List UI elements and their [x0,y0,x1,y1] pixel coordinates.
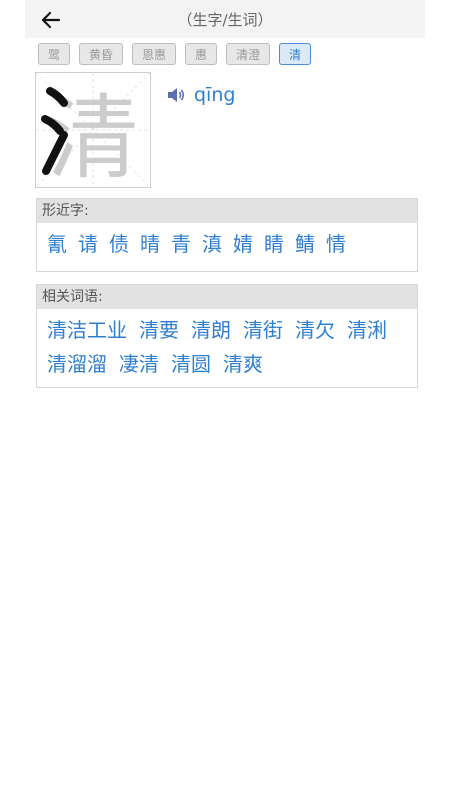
similar-char-item[interactable]: 青 [171,227,191,261]
back-button[interactable] [40,9,62,31]
tab-word[interactable]: 鹭 [38,43,71,65]
similar-characters-section: 形近字: 氰 请 债 晴 青 滇 婧 睛 鲭 情 [36,198,418,272]
related-word-item[interactable]: 清圆 [171,347,211,381]
related-word-item[interactable]: 清要 [139,313,179,347]
similar-char-item[interactable]: 氰 [47,227,67,261]
related-words-section: 相关词语: 清洁工业 清要 清朗 清街 清欠 清浰 清溜溜 凄清 清圆 清爽 [36,284,418,388]
related-word-item[interactable]: 凄清 [119,347,159,381]
related-word-item[interactable]: 清朗 [191,313,231,347]
word-tabs: 鹭 黄昏 恩惠 惠 清澄 清 [38,43,312,65]
character-writing-box[interactable]: 清 [35,72,151,192]
tab-word[interactable]: 惠 [185,43,218,65]
similar-char-item[interactable]: 睛 [264,227,284,261]
related-word-item[interactable]: 清欠 [295,313,335,347]
related-word-item[interactable]: 清浰 [347,313,387,347]
related-word-item[interactable]: 清溜溜 [47,347,107,381]
similar-char-item[interactable]: 滇 [202,227,222,261]
similar-char-item[interactable]: 情 [326,227,346,261]
tab-word[interactable]: 黄昏 [79,43,124,65]
tab-word[interactable]: 清澄 [226,43,271,65]
related-word-item[interactable]: 清街 [243,313,283,347]
similar-char-item[interactable]: 债 [109,227,129,261]
similar-char-item[interactable]: 婧 [233,227,253,261]
tab-word[interactable]: 恩惠 [132,43,177,65]
pinyin-row: qīng [166,84,235,106]
stroke-overlay [41,87,68,175]
speaker-icon[interactable] [166,85,186,105]
pinyin-text: qīng [194,84,236,106]
section-heading: 形近字: [37,199,417,223]
similar-char-item[interactable]: 鲭 [295,227,315,261]
header-bar: （生字/生词） [25,0,425,38]
similar-char-item[interactable]: 晴 [140,227,160,261]
similar-char-item[interactable]: 请 [78,227,98,261]
related-word-item[interactable]: 清爽 [223,347,263,381]
related-word-item[interactable]: 清洁工业 [47,313,127,347]
section-heading: 相关词语: [37,285,417,309]
page-title: （生字/生词） [177,10,273,29]
tab-word-active[interactable]: 清 [279,43,312,65]
arrow-left-icon [41,11,61,29]
